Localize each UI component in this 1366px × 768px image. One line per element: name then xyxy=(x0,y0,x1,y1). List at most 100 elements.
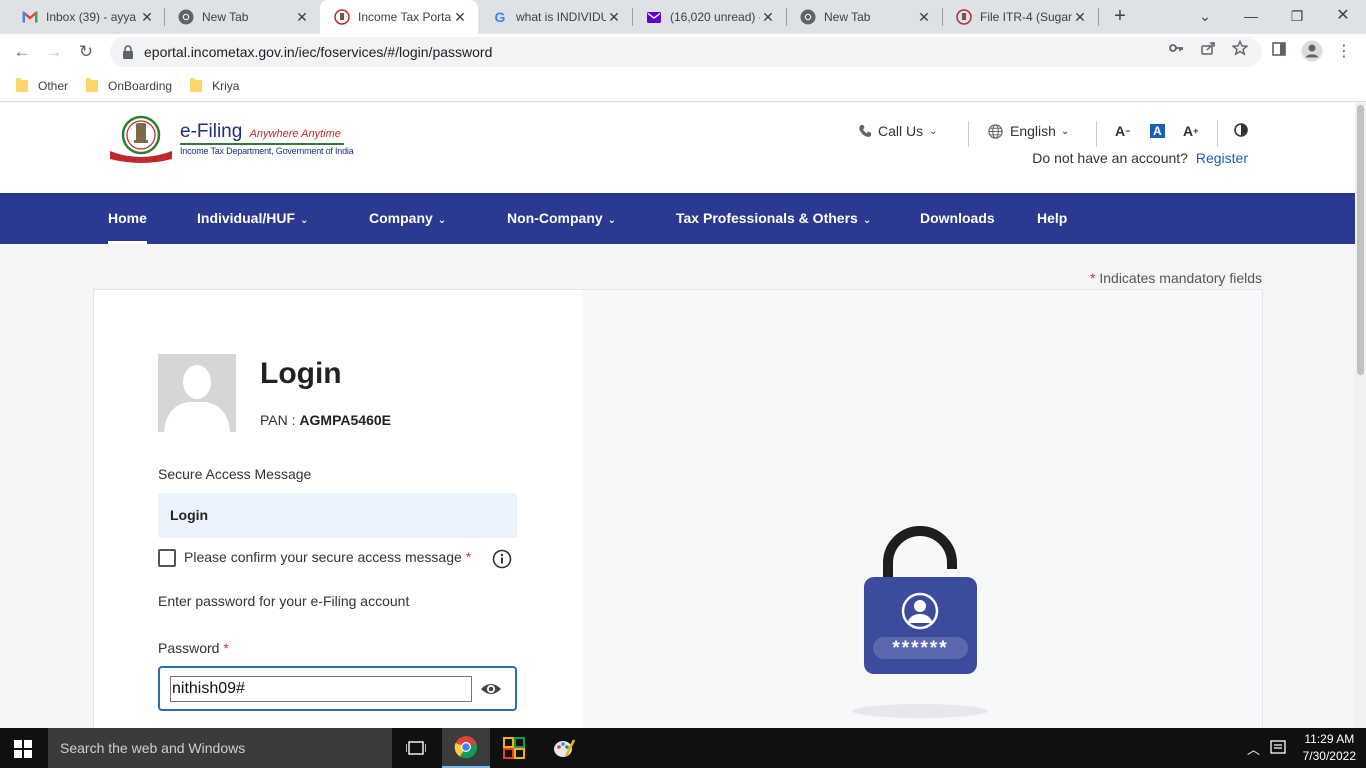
nav-home[interactable]: Home xyxy=(108,193,147,244)
nav-non-company[interactable]: Non-Company ⌄ xyxy=(507,193,616,244)
chrome-icon xyxy=(800,9,816,25)
clock-date: 7/30/2022 xyxy=(1302,749,1356,763)
enter-password-text: Enter password for your e-Filing account xyxy=(158,593,410,609)
nav-individual-huf[interactable]: Individual/HUF ⌄ xyxy=(197,193,308,244)
taskbar-clock[interactable]: 11:29 AM 7/30/2022 xyxy=(1303,731,1356,765)
tab-search-icon[interactable]: ⌄ xyxy=(1182,0,1228,34)
site-header: e-Filing Anywhere Anytime Income Tax Dep… xyxy=(0,103,1355,193)
bookmark-other[interactable]: Other xyxy=(16,77,68,93)
tab-gmail[interactable]: Inbox (39) - ayya ✕ xyxy=(8,0,165,34)
app-taskbar-icon[interactable] xyxy=(490,728,538,768)
pan-info: PAN : AGMPA5460E xyxy=(260,412,391,428)
info-icon[interactable] xyxy=(492,549,512,569)
folder-icon xyxy=(190,77,203,92)
minimize-button[interactable]: — xyxy=(1228,0,1274,34)
browser-tabstrip: Inbox (39) - ayya ✕ New Tab ✕ Income Tax… xyxy=(0,0,1366,34)
bookmark-onboarding[interactable]: OnBoarding xyxy=(86,77,173,93)
scrollbar-thumb[interactable] xyxy=(1357,105,1364,375)
close-icon[interactable]: ✕ xyxy=(452,9,468,26)
share-icon[interactable] xyxy=(1200,40,1216,59)
close-icon[interactable]: ✕ xyxy=(606,9,622,26)
taskbar-search-text: Search the web and Windows xyxy=(60,740,246,756)
back-button[interactable]: ← xyxy=(10,40,34,64)
secure-access-message: Login xyxy=(158,493,517,538)
password-field-wrapper xyxy=(158,666,517,711)
reset-font-icon[interactable]: A xyxy=(1150,124,1165,138)
nav-label: Home xyxy=(108,210,147,226)
tab-title: File ITR-4 (Sugam xyxy=(980,10,1072,24)
new-tab-button[interactable]: + xyxy=(1108,5,1132,29)
eye-icon[interactable] xyxy=(480,680,502,698)
forward-button[interactable]: → xyxy=(42,40,66,64)
browser-toolbar: ← → ↻ eportal.incometax.gov.in/iec/foser… xyxy=(0,34,1366,70)
close-icon[interactable]: ✕ xyxy=(139,9,155,26)
nav-company[interactable]: Company ⌄ xyxy=(369,193,446,244)
account-prompt: Do not have an account? Register xyxy=(1032,150,1248,166)
lock-icon xyxy=(123,45,133,59)
close-icon[interactable]: ✕ xyxy=(760,9,776,26)
login-title: Login xyxy=(260,357,342,390)
language-label: English xyxy=(1010,123,1056,139)
nav-label: Help xyxy=(1037,210,1068,226)
confirm-text: Please confirm your secure access messag… xyxy=(184,549,462,565)
pan-value: AGMPA5460E xyxy=(299,412,391,428)
nav-tax-professionals[interactable]: Tax Professionals & Others ⌄ xyxy=(676,193,871,244)
page-scrollbar[interactable] xyxy=(1355,103,1366,728)
close-icon[interactable]: ✕ xyxy=(916,9,932,26)
close-window-button[interactable]: ✕ xyxy=(1320,0,1366,34)
folder-icon xyxy=(86,77,99,92)
decrease-font-icon[interactable]: A − xyxy=(1115,123,1130,139)
address-bar[interactable]: eportal.incometax.gov.in/iec/foservices/… xyxy=(110,37,1262,67)
profile-icon[interactable] xyxy=(1300,40,1324,64)
password-label-text: Password xyxy=(158,640,220,656)
notification-icon[interactable] xyxy=(1270,739,1286,758)
folder-icon xyxy=(16,77,28,92)
close-icon[interactable]: ✕ xyxy=(294,9,310,26)
tab-title: Income Tax Porta xyxy=(358,10,452,24)
tab-title: what is INDIVIDU xyxy=(516,10,606,24)
confirm-secure-message-checkbox[interactable] xyxy=(158,549,176,567)
tab-title: (16,020 unread) - xyxy=(670,10,760,24)
password-input[interactable] xyxy=(170,676,472,702)
windows-start-icon[interactable] xyxy=(14,740,32,758)
tab-google-search[interactable]: G what is INDIVIDU ✕ xyxy=(478,0,632,34)
call-us-dropdown[interactable]: Call Us ⌄ xyxy=(858,123,938,139)
chevron-up-icon[interactable]: ︿ xyxy=(1247,739,1260,758)
confirm-secure-message-label[interactable]: Please confirm your secure access messag… xyxy=(184,549,471,565)
key-icon[interactable] xyxy=(1168,40,1184,59)
menu-icon[interactable]: ⋮ xyxy=(1332,40,1356,64)
register-link[interactable]: Register xyxy=(1196,150,1248,166)
gmail-icon xyxy=(22,9,38,25)
restore-button[interactable]: ❐ xyxy=(1274,0,1320,34)
emblem-icon xyxy=(956,9,972,25)
nav-help[interactable]: Help xyxy=(1037,193,1067,244)
language-dropdown[interactable]: English ⌄ xyxy=(988,123,1069,139)
nav-label: Individual/HUF xyxy=(197,210,295,226)
tab-yahoo-mail[interactable]: (16,020 unread) - ✕ xyxy=(632,0,786,34)
bookmark-kriya[interactable]: Kriya xyxy=(190,77,239,93)
taskbar-search[interactable]: Search the web and Windows xyxy=(48,728,392,768)
nav-downloads[interactable]: Downloads xyxy=(920,193,995,244)
tab-new-tab-2[interactable]: New Tab ✕ xyxy=(786,0,942,34)
tab-income-tax-portal[interactable]: Income Tax Porta ✕ xyxy=(320,0,478,34)
logo-subtitle: Income Tax Department, Government of Ind… xyxy=(180,146,354,156)
increase-font-icon[interactable]: A + xyxy=(1183,123,1198,139)
reload-button[interactable]: ↻ xyxy=(74,40,98,64)
contrast-icon[interactable] xyxy=(1234,123,1248,137)
tab-file-itr4[interactable]: File ITR-4 (Sugam ✕ xyxy=(942,0,1098,34)
tab-new-tab[interactable]: New Tab ✕ xyxy=(164,0,320,34)
chevron-down-icon: ⌄ xyxy=(862,215,872,226)
close-icon[interactable]: ✕ xyxy=(1072,9,1088,26)
paint-taskbar-icon[interactable] xyxy=(540,728,588,768)
bookmark-label: OnBoarding xyxy=(108,78,173,93)
side-panel-icon[interactable] xyxy=(1267,40,1291,64)
avatar xyxy=(158,354,236,432)
income-tax-emblem-logo[interactable] xyxy=(108,115,174,163)
task-view-icon[interactable] xyxy=(392,728,440,768)
chrome-taskbar-icon[interactable] xyxy=(442,728,490,768)
tab-title: New Tab xyxy=(824,10,871,24)
mandatory-note-text: Indicates mandatory fields xyxy=(1099,270,1262,286)
nav-label: Company xyxy=(369,210,433,226)
chrome-icon xyxy=(178,9,194,25)
bookmark-star-icon[interactable] xyxy=(1231,39,1249,59)
